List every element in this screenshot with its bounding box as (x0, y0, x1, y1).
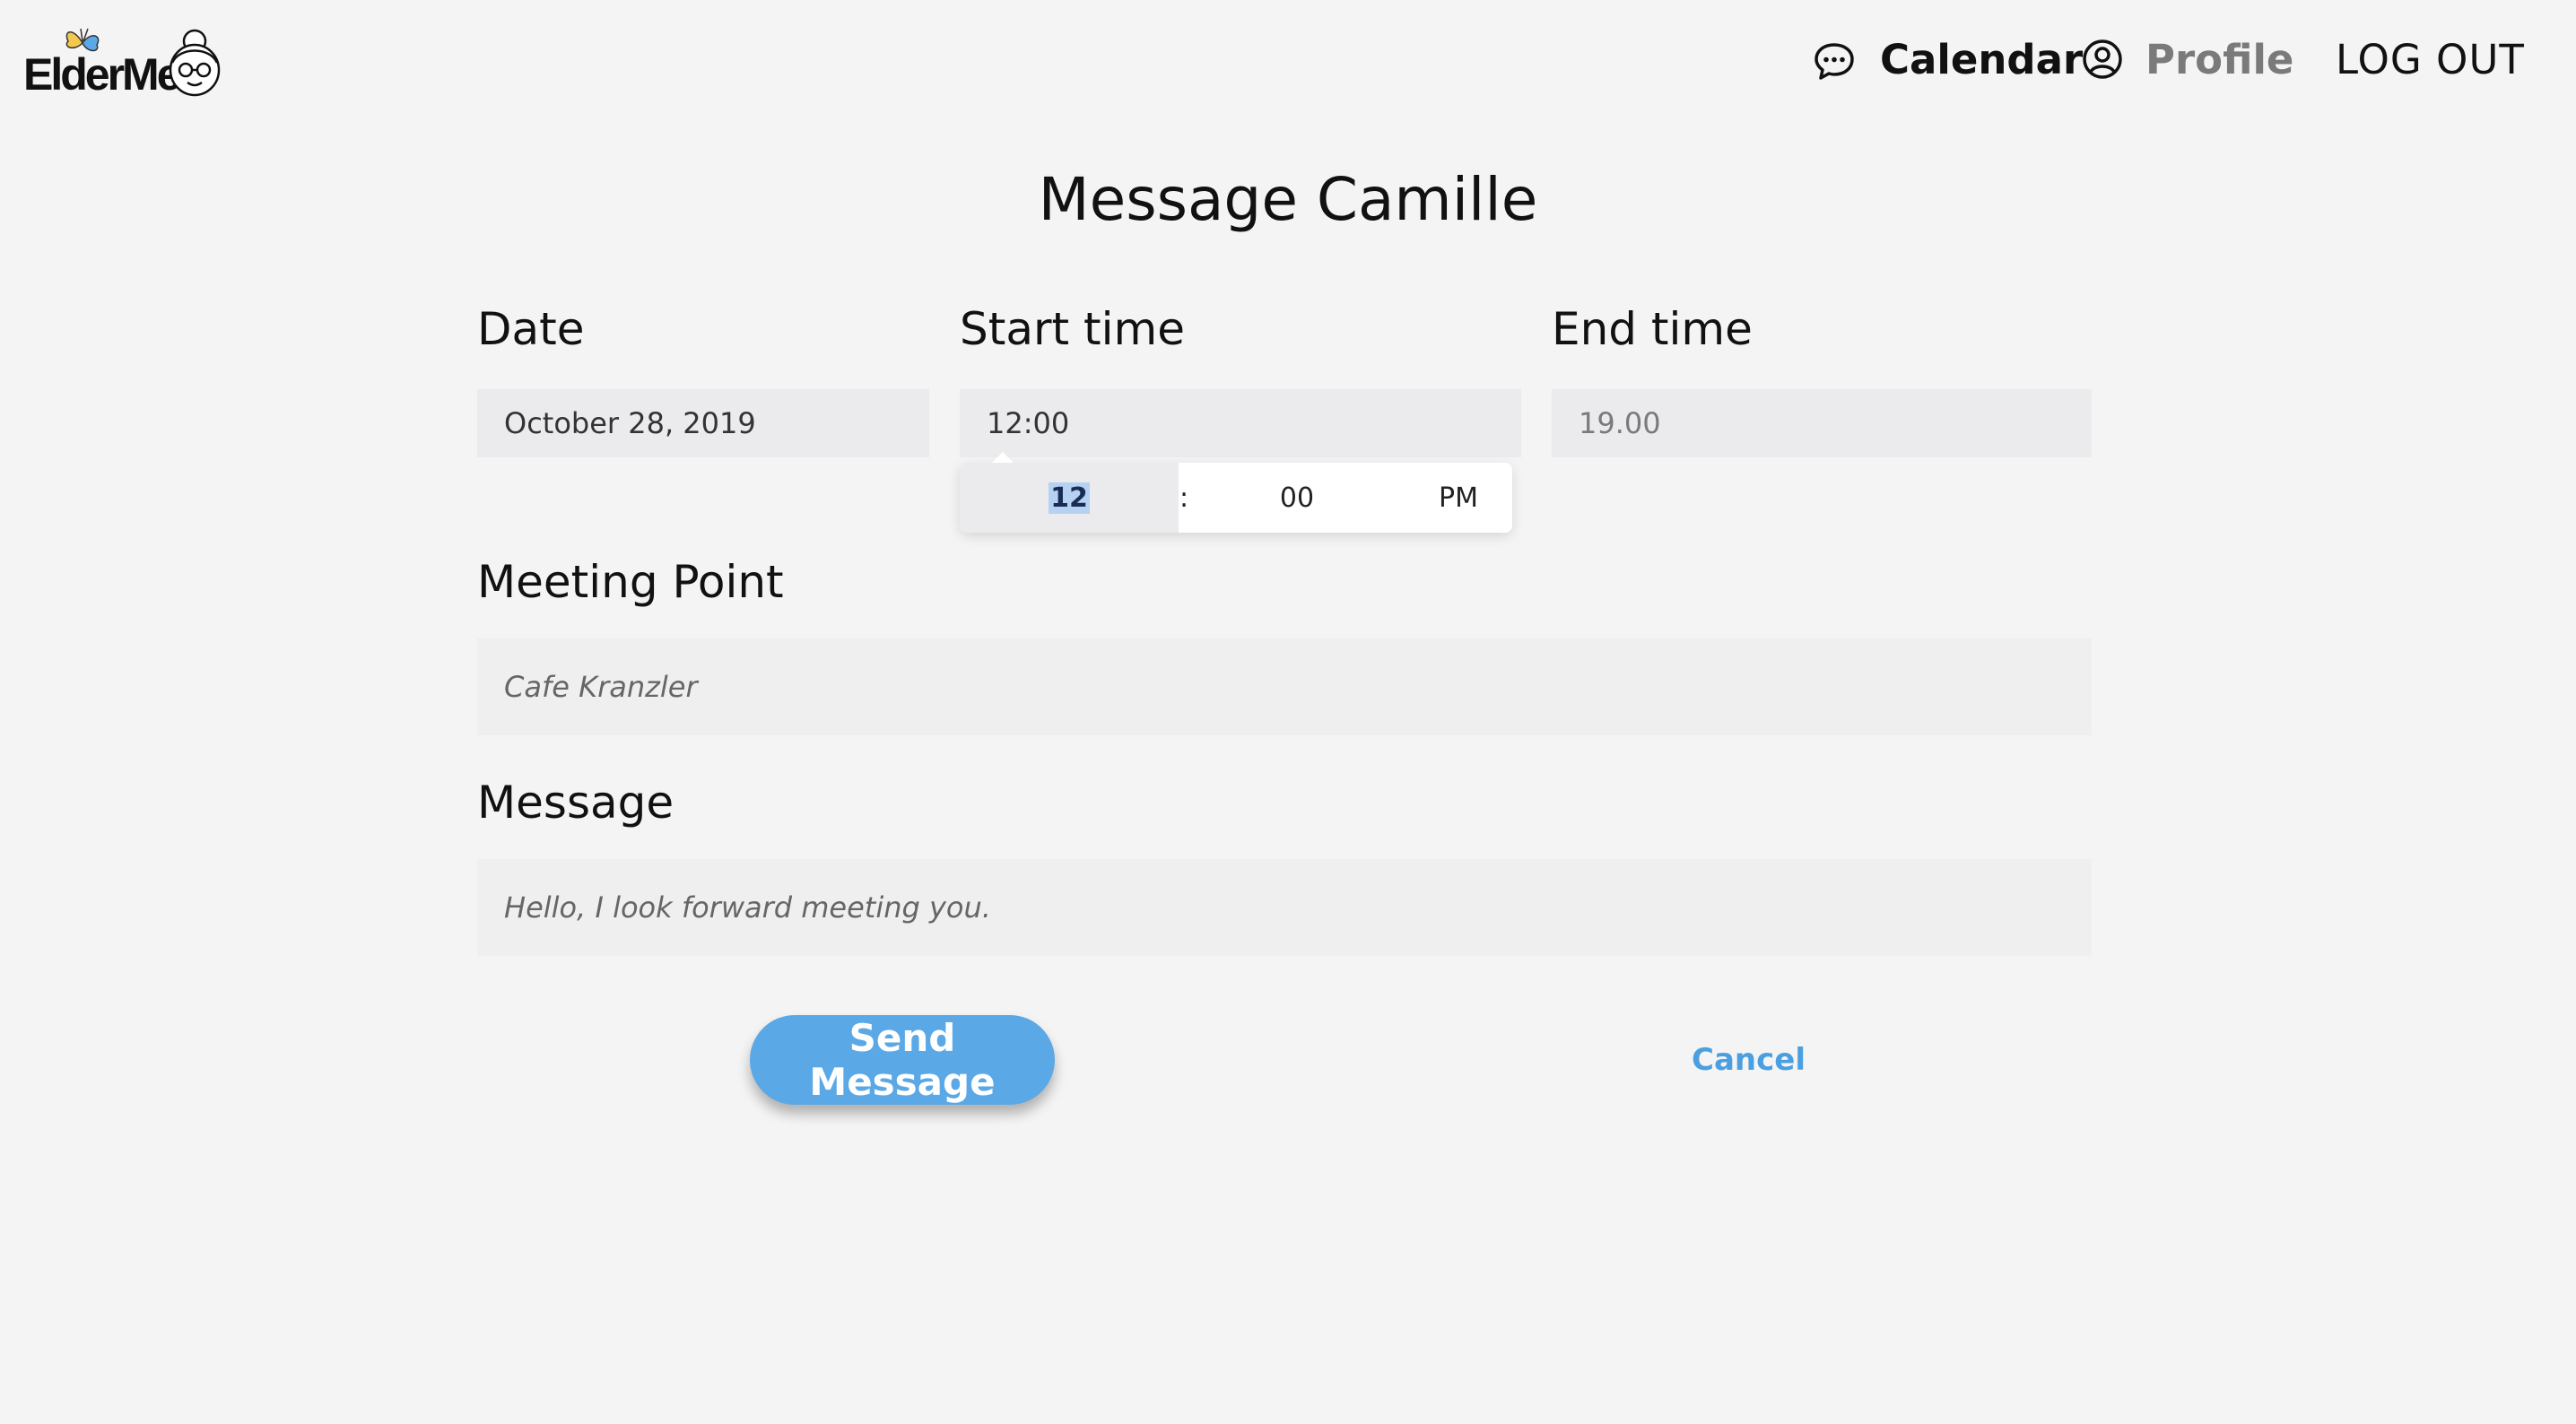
message-label: Message (477, 777, 674, 829)
date-label: Date (477, 303, 585, 355)
start-time-field[interactable]: 12:00 (960, 389, 1521, 457)
cancel-link[interactable]: Cancel (1692, 1042, 1806, 1078)
picker-minute-segment[interactable]: 00 (1189, 482, 1405, 514)
nav-profile-link[interactable]: Profile (2145, 36, 2293, 83)
user-circle-icon[interactable] (2081, 38, 2124, 81)
send-message-button[interactable]: Send Message (750, 1015, 1055, 1105)
logo[interactable]: ElderMe (23, 23, 228, 102)
picker-separator: : (1179, 482, 1189, 514)
start-time-label: Start time (960, 303, 1186, 355)
meeting-point-field[interactable]: Cafe Kranzler (477, 638, 2092, 735)
logo-text: ElderMe (23, 49, 182, 100)
date-field[interactable]: October 28, 2019 (477, 389, 929, 457)
time-picker-dropdown: 12 : 00 PM (960, 452, 1512, 533)
chat-bubble-icon[interactable] (1812, 39, 1857, 84)
page: ElderMe Calendar Profile LOG OUT Message (0, 0, 2576, 1424)
nav-calendar-link[interactable]: Calendar (1880, 36, 2083, 83)
end-time-label: End time (1552, 303, 1753, 355)
picker-caret (992, 452, 1014, 463)
page-title: Message Camille (1038, 165, 1538, 234)
end-time-field[interactable]: 19.00 (1552, 389, 2092, 457)
message-field[interactable]: Hello, I look forward meeting you. (477, 859, 2092, 956)
picker-hour-segment[interactable]: 12 (960, 463, 1179, 533)
top-nav: Calendar Profile LOG OUT (1769, 32, 2576, 91)
picker-period-segment[interactable]: PM (1405, 482, 1512, 514)
meeting-point-label: Meeting Point (477, 556, 784, 608)
picker-hour-value: 12 (1049, 482, 1090, 514)
grandma-face-icon (169, 29, 221, 97)
logout-button[interactable]: LOG OUT (2336, 36, 2525, 83)
